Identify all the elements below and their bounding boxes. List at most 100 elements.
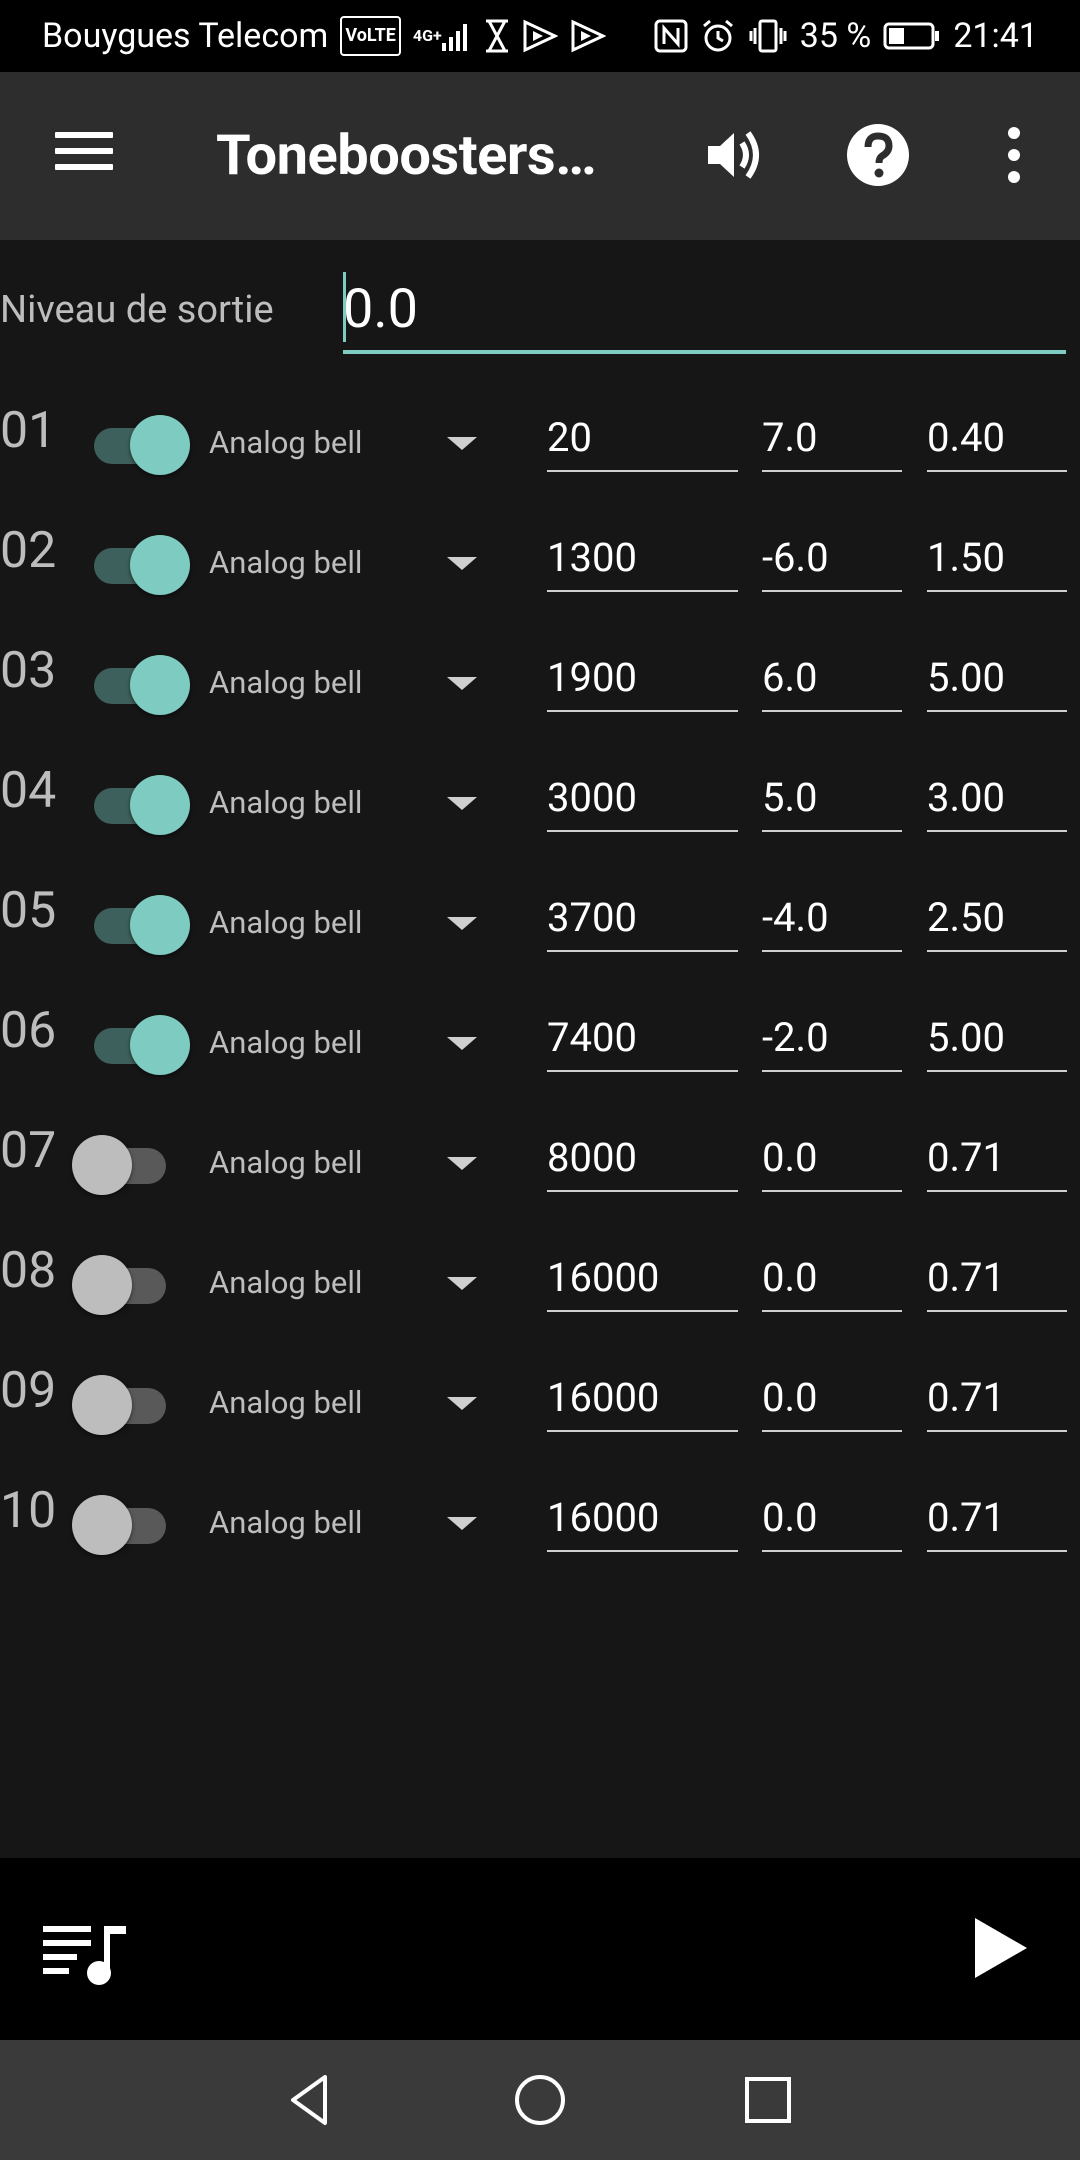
q-field[interactable]: 0.40	[927, 404, 1067, 472]
frequency-field[interactable]: 3700	[547, 884, 738, 952]
queue-music-icon[interactable]	[40, 1918, 130, 1988]
band-enable-toggle[interactable]	[70, 530, 190, 600]
band-row: 09 Analog bell 16000 0.0 0.71	[0, 1362, 1080, 1462]
frequency-field[interactable]: 16000	[547, 1364, 738, 1432]
band-row: 01 Analog bell 20 7.0 0.40	[0, 402, 1080, 502]
gain-field[interactable]: -2.0	[762, 1004, 902, 1072]
band-row: 06 Analog bell 7400 -2.0 5.00	[0, 1002, 1080, 1102]
filter-type-label[interactable]: Analog bell	[209, 544, 362, 581]
volume-icon[interactable]	[698, 119, 770, 191]
q-field[interactable]: 2.50	[927, 884, 1067, 952]
frequency-field[interactable]: 1900	[547, 644, 738, 712]
app-bar: Toneboosters…	[0, 72, 1080, 240]
gain-field[interactable]: 0.0	[762, 1364, 902, 1432]
band-enable-toggle[interactable]	[70, 1250, 190, 1320]
battery-percent: 35 %	[799, 16, 872, 56]
frequency-field[interactable]: 8000	[547, 1124, 738, 1192]
band-number: 08	[0, 1242, 57, 1300]
gain-field[interactable]: 0.0	[762, 1484, 902, 1552]
band-enable-toggle[interactable]	[70, 1370, 190, 1440]
band-number: 06	[0, 1002, 57, 1060]
q-field[interactable]: 0.71	[927, 1484, 1067, 1552]
band-enable-toggle[interactable]	[70, 650, 190, 720]
signal-icon: 4G+	[413, 16, 472, 56]
filter-type-label[interactable]: Analog bell	[209, 1384, 362, 1421]
gain-field[interactable]: -4.0	[762, 884, 902, 952]
recents-icon[interactable]	[738, 2070, 798, 2130]
frequency-field[interactable]: 7400	[547, 1004, 738, 1072]
band-enable-toggle[interactable]	[70, 1490, 190, 1560]
filter-type-label[interactable]: Analog bell	[209, 664, 362, 701]
frequency-field[interactable]: 3000	[547, 764, 738, 832]
gain-field[interactable]: 6.0	[762, 644, 902, 712]
help-icon[interactable]	[842, 119, 914, 191]
menu-icon[interactable]	[55, 132, 113, 180]
dropdown-arrow-icon[interactable]	[447, 677, 477, 690]
dropdown-arrow-icon[interactable]	[447, 1277, 477, 1290]
band-enable-toggle[interactable]	[70, 1010, 190, 1080]
filter-type-label[interactable]: Analog bell	[209, 1144, 362, 1181]
band-enable-toggle[interactable]	[70, 1130, 190, 1200]
band-enable-toggle[interactable]	[70, 770, 190, 840]
dropdown-arrow-icon[interactable]	[447, 917, 477, 930]
battery-icon	[883, 16, 941, 56]
player-bar	[0, 1858, 1080, 2040]
gain-field[interactable]: 5.0	[762, 764, 902, 832]
q-field[interactable]: 5.00	[927, 1004, 1067, 1072]
app-root: Bouygues Telecom VoLTE 4G+ 35 % 21:41 To…	[0, 0, 1080, 2160]
q-field[interactable]: 0.71	[927, 1124, 1067, 1192]
gain-field[interactable]: 7.0	[762, 404, 902, 472]
filter-type-label[interactable]: Analog bell	[209, 1504, 362, 1541]
dropdown-arrow-icon[interactable]	[447, 797, 477, 810]
band-enable-toggle[interactable]	[70, 890, 190, 960]
gain-field[interactable]: 0.0	[762, 1124, 902, 1192]
band-enable-toggle[interactable]	[70, 410, 190, 480]
frequency-field[interactable]: 16000	[547, 1484, 738, 1552]
q-field[interactable]: 5.00	[927, 644, 1067, 712]
back-icon[interactable]	[280, 2070, 340, 2130]
filter-type-label[interactable]: Analog bell	[209, 784, 362, 821]
band-number: 03	[0, 642, 57, 700]
navigation-bar	[0, 2040, 1080, 2160]
filter-type-label[interactable]: Analog bell	[209, 1264, 362, 1301]
gain-field[interactable]: -6.0	[762, 524, 902, 592]
text-cursor	[343, 272, 346, 342]
band-number: 01	[0, 402, 57, 460]
dropdown-arrow-icon[interactable]	[447, 437, 477, 450]
dropdown-arrow-icon[interactable]	[447, 1397, 477, 1410]
alarm-icon	[700, 16, 736, 56]
dropdown-arrow-icon[interactable]	[447, 1157, 477, 1170]
play-icon[interactable]	[975, 1918, 1027, 1978]
home-icon[interactable]	[510, 2070, 570, 2130]
q-field[interactable]: 1.50	[927, 524, 1067, 592]
dropdown-arrow-icon[interactable]	[447, 1037, 477, 1050]
q-field[interactable]: 3.00	[927, 764, 1067, 832]
dropdown-arrow-icon[interactable]	[447, 557, 477, 570]
band-number: 09	[0, 1362, 57, 1420]
band-row: 02 Analog bell 1300 -6.0 1.50	[0, 522, 1080, 622]
volte-icon: VoLTE	[340, 16, 401, 56]
output-level-input[interactable]	[343, 268, 1066, 354]
q-field[interactable]: 0.71	[927, 1244, 1067, 1312]
band-row: 03 Analog bell 1900 6.0 5.00	[0, 642, 1080, 742]
dropdown-arrow-icon[interactable]	[447, 1517, 477, 1530]
filter-type-label[interactable]: Analog bell	[209, 1024, 362, 1061]
media-icon	[522, 16, 558, 56]
frequency-field[interactable]: 1300	[547, 524, 738, 592]
frequency-field[interactable]: 20	[547, 404, 738, 472]
page-title: Toneboosters…	[216, 122, 597, 188]
more-vert-icon[interactable]	[978, 119, 1050, 191]
filter-type-label[interactable]: Analog bell	[209, 904, 362, 941]
band-row: 04 Analog bell 3000 5.0 3.00	[0, 762, 1080, 862]
band-row: 07 Analog bell 8000 0.0 0.71	[0, 1122, 1080, 1222]
q-field[interactable]: 0.71	[927, 1364, 1067, 1432]
filter-type-label[interactable]: Analog bell	[209, 424, 362, 461]
band-row: 08 Analog bell 16000 0.0 0.71	[0, 1242, 1080, 1342]
gain-field[interactable]: 0.0	[762, 1244, 902, 1312]
carrier-name: Bouygues Telecom	[42, 16, 329, 56]
output-level-label: Niveau de sortie	[0, 288, 274, 332]
frequency-field[interactable]: 16000	[547, 1244, 738, 1312]
band-row: 10 Analog bell 16000 0.0 0.71	[0, 1482, 1080, 1582]
band-number: 04	[0, 762, 57, 820]
band-number: 10	[0, 1482, 57, 1540]
